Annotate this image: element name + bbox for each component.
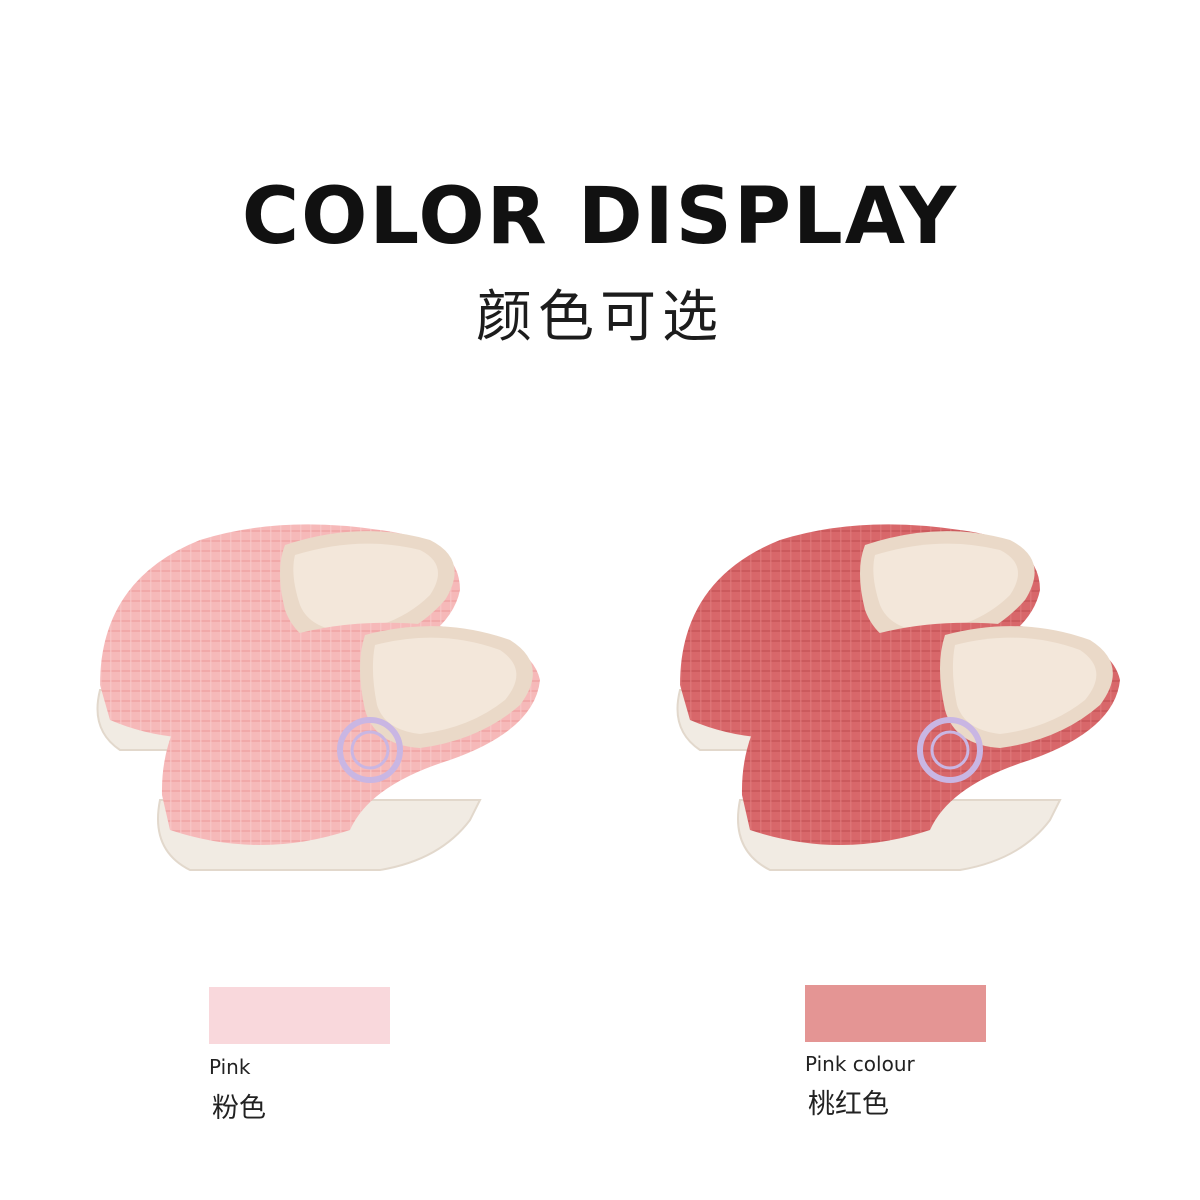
color-swatch-pink-colour[interactable] [805, 985, 986, 1042]
color-name-en: Pink colour [805, 1052, 915, 1076]
color-name-zh: 粉色 [212, 1093, 266, 1124]
page-subtitle: 颜色可选 [476, 285, 724, 350]
pink-colour-slippers-illustration [676, 524, 1120, 871]
pink-slippers-illustration [96, 524, 540, 871]
color-name-en: Pink [209, 1055, 251, 1079]
color-name-zh: 桃红色 [808, 1089, 889, 1120]
product-image-pink [80, 500, 540, 920]
page-title: COLOR DISPLAY [241, 172, 959, 262]
product-image-pink-colour [660, 500, 1120, 920]
color-swatch-pink[interactable] [209, 987, 390, 1044]
